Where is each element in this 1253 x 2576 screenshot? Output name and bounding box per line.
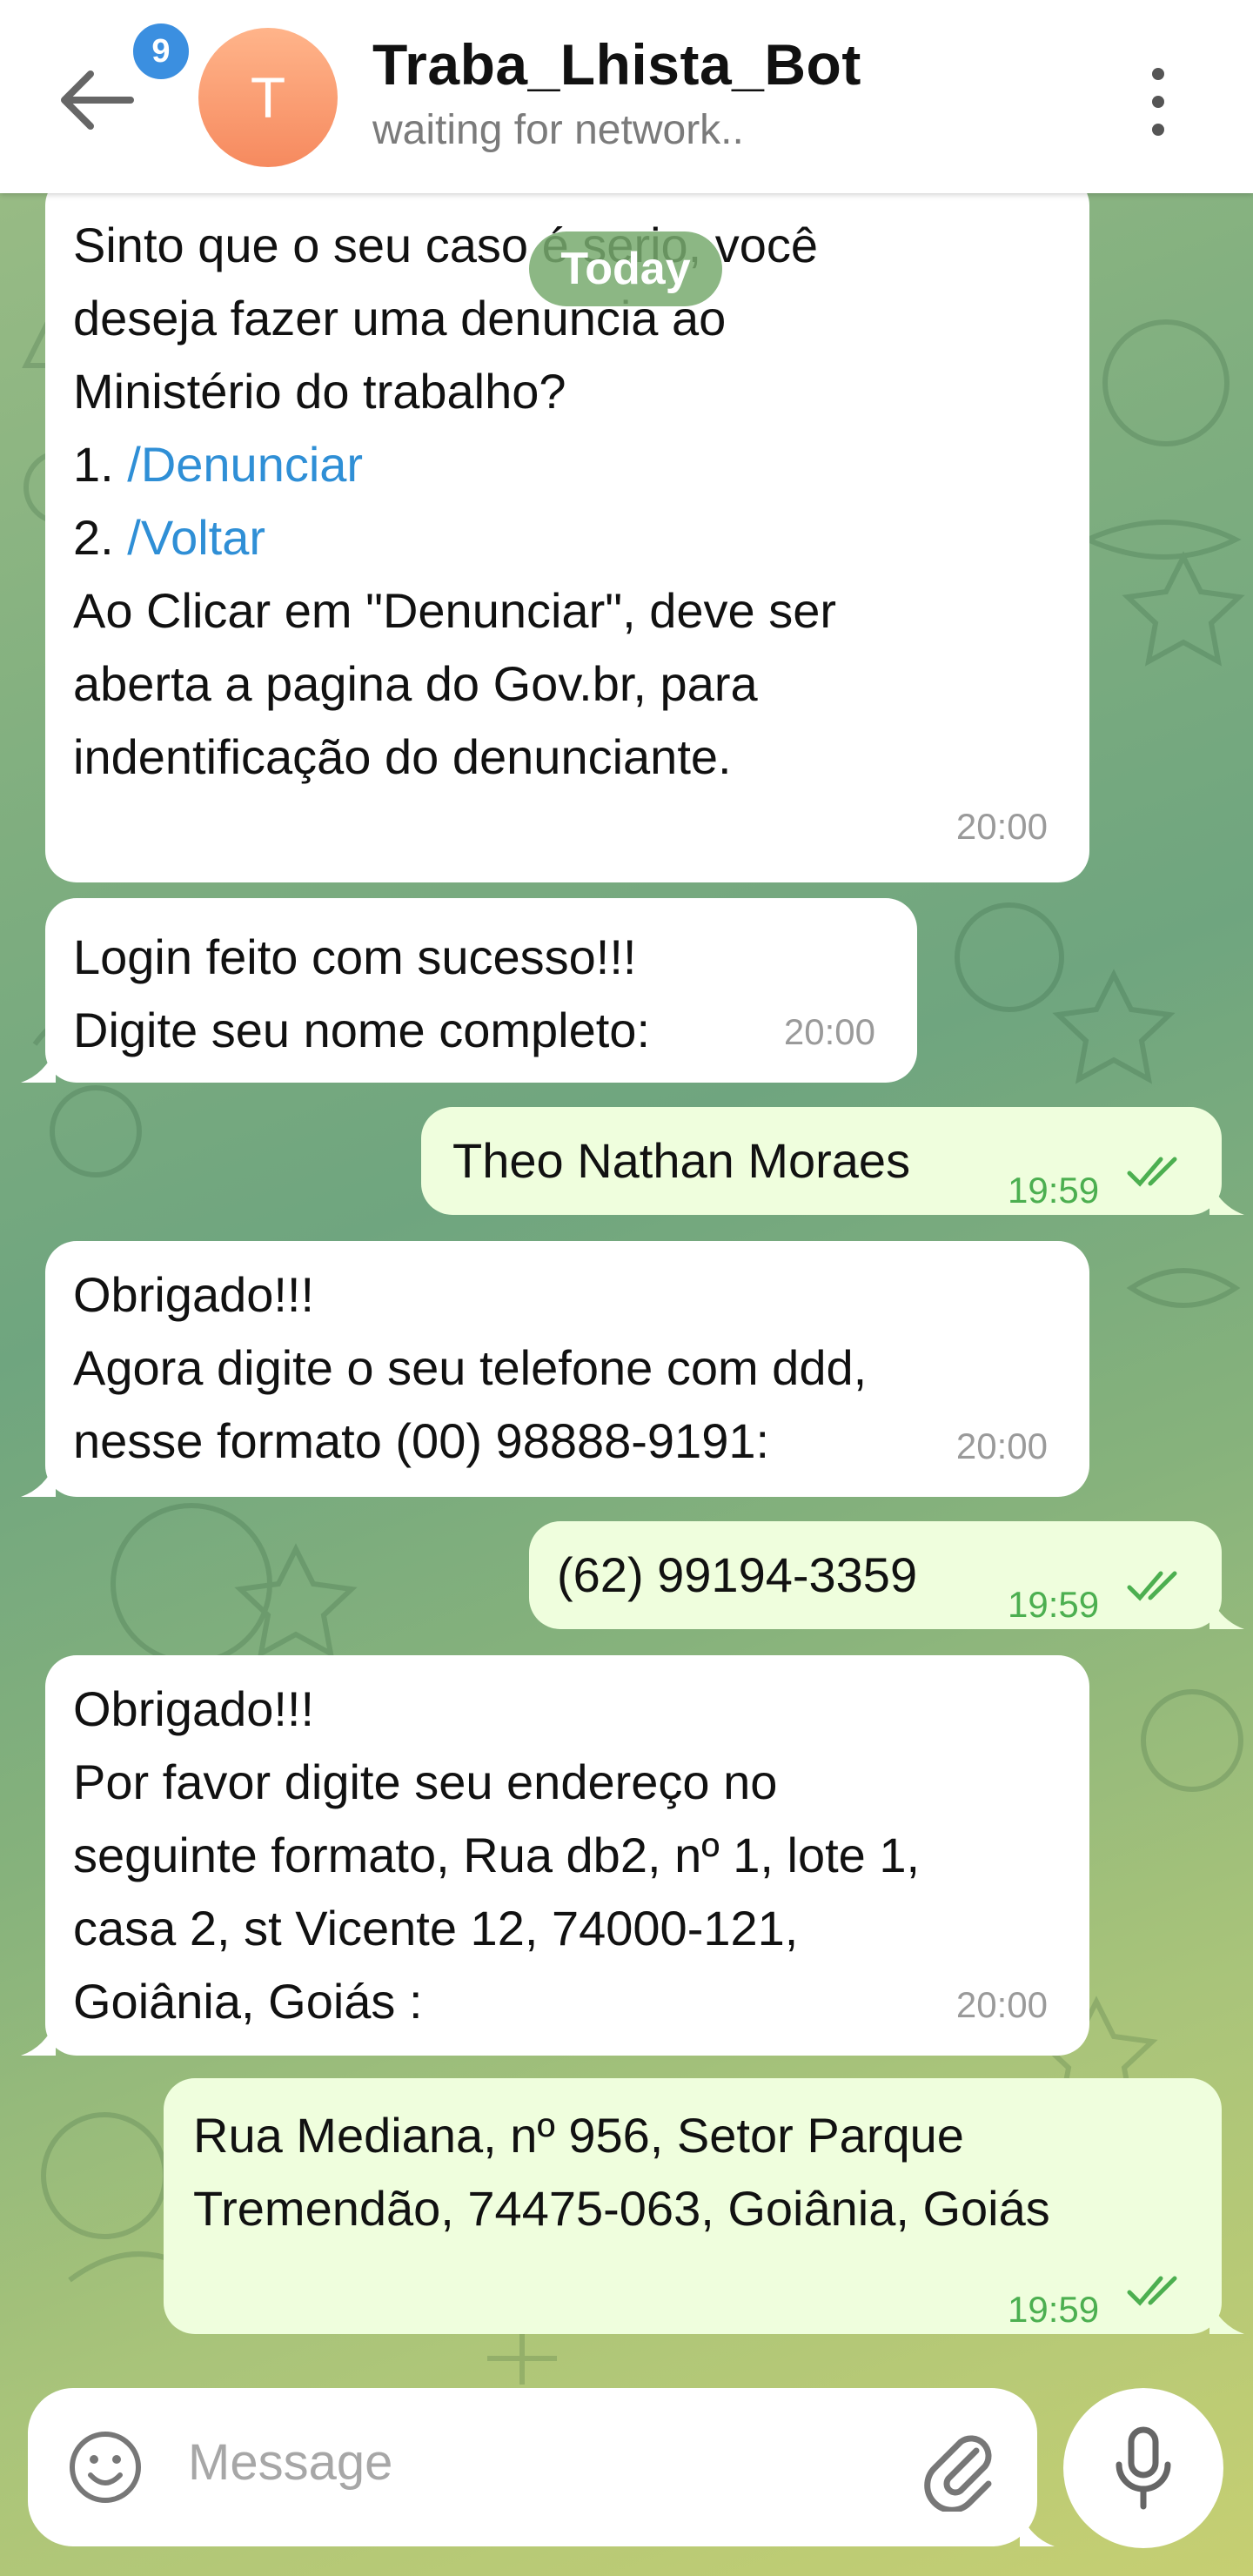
message-text: Obrigado!!!	[73, 1267, 315, 1322]
message-time: 19:59	[1008, 1584, 1100, 1625]
message-text: seguinte formato, Rua db2, nº 1, lote 1,	[73, 1828, 921, 1882]
bubble-tail	[1209, 1180, 1244, 1215]
message-text: Digite seu nome completo:	[73, 1003, 651, 1057]
message-text: indentificação do denunciante.	[73, 729, 732, 784]
message-text: Por favor digite seu endereço no	[73, 1754, 778, 1809]
double-check-icon	[1127, 2276, 1177, 2306]
bubble-tail	[21, 1462, 56, 1497]
bubble-tail	[21, 1048, 56, 1083]
option-number: 2.	[73, 510, 128, 565]
voice-record-button[interactable]	[1063, 2388, 1223, 2548]
message-text: casa 2, st Vicente 12, 74000-121,	[73, 1901, 799, 1955]
chat-header: T 9 Traba_Lhista_Bot waiting for network…	[0, 0, 1253, 193]
message-text: aberta a pagina do Gov.br, para	[73, 656, 758, 711]
message-text: Obrigado!!!	[73, 1681, 315, 1736]
message-option: 2. /Voltar	[73, 501, 1062, 574]
input-bar-tail	[1020, 2512, 1055, 2546]
chat-title[interactable]: Traba_Lhista_Bot	[372, 31, 861, 97]
kebab-dot-icon	[1152, 124, 1164, 136]
smiley-icon	[70, 2432, 141, 2503]
message-text: Goiânia, Goiás :	[73, 1974, 423, 2029]
message-bubble-incoming[interactable]: Obrigado!!! Agora digite o seu telefone …	[45, 1241, 1089, 1497]
message-text: nesse formato (00) 98888-9191:	[73, 1413, 770, 1468]
unread-badge: 9	[129, 19, 193, 84]
message-time: 20:00	[955, 1984, 1048, 2025]
message-text: Rua Mediana, nº 956, Setor Parque	[193, 2108, 964, 2163]
message-text: Tremendão, 74475-063, Goiânia, Goiás	[193, 2181, 1050, 2236]
chat-status: waiting for network..	[372, 107, 744, 153]
message-input[interactable]: Message	[188, 2433, 392, 2492]
more-menu-button[interactable]	[1131, 63, 1183, 141]
command-link-voltar[interactable]: /Voltar	[127, 510, 265, 565]
message-text: Agora digite o seu telefone com ddd,	[73, 1340, 868, 1395]
message-bubble-incoming[interactable]: Login feito com sucesso!!! Digite seu no…	[45, 898, 917, 1083]
message-time: 20:00	[955, 1426, 1048, 1466]
message-bubble-outgoing[interactable]: (62) 99194-3359 19:59	[529, 1521, 1222, 1629]
message-bubble-outgoing[interactable]: Theo Nathan Moraes 19:59	[421, 1107, 1222, 1215]
emoji-button[interactable]	[66, 2428, 144, 2506]
avatar[interactable]: T	[198, 28, 338, 167]
message-time: 19:59	[1008, 2289, 1100, 2330]
bubble-tail	[21, 2021, 56, 2056]
attach-button[interactable]	[915, 2425, 1002, 2513]
microphone-icon	[1116, 2426, 1171, 2510]
message-time: 20:00	[955, 806, 1048, 847]
message-text: Login feito com sucesso!!!	[73, 929, 637, 984]
arrow-left-icon	[61, 70, 134, 130]
command-link-denunciar[interactable]: /Denunciar	[127, 437, 363, 492]
back-button[interactable]	[52, 61, 139, 139]
bubble-tail	[1209, 2299, 1244, 2334]
message-input-bar: Message	[28, 2388, 1037, 2546]
message-time: 20:00	[783, 1011, 875, 1052]
message-text: Ministério do trabalho?	[73, 364, 566, 419]
kebab-dot-icon	[1152, 68, 1164, 80]
option-number: 1.	[73, 437, 128, 492]
bubble-tail	[1209, 1594, 1244, 1629]
kebab-dot-icon	[1152, 96, 1164, 108]
paperclip-icon	[924, 2435, 992, 2513]
double-check-icon	[1127, 1157, 1177, 1187]
message-bubble-outgoing[interactable]: Rua Mediana, nº 956, Setor Parque Tremen…	[164, 2078, 1222, 2334]
message-option: 1. /Denunciar	[73, 428, 1062, 501]
avatar-letter: T	[250, 65, 286, 130]
date-separator: Today	[529, 231, 722, 306]
double-check-icon	[1127, 1571, 1177, 1601]
message-time: 19:59	[1008, 1170, 1100, 1211]
message-bubble-incoming[interactable]: Obrigado!!! Por favor digite seu endereç…	[45, 1655, 1089, 2056]
message-text: Ao Clicar em "Denunciar", deve ser	[73, 583, 836, 638]
